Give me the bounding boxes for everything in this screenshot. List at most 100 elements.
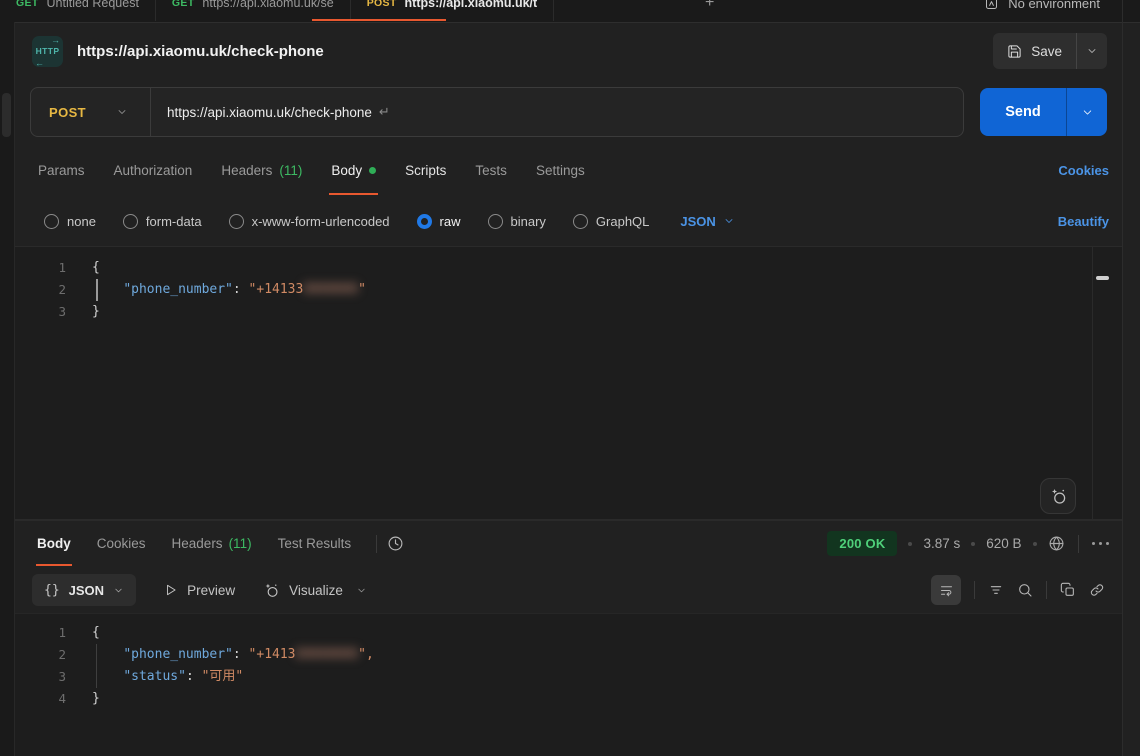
- code-line[interactable]: 4}: [14, 688, 1123, 710]
- collapsed-sidebar-rail[interactable]: [0, 22, 15, 756]
- body-type-xwwwformurlencoded[interactable]: x-www-form-urlencoded: [229, 214, 390, 229]
- workspace-tab[interactable]: POSThttps://api.xiaomu.uk/t: [351, 0, 554, 21]
- link-icon[interactable]: [1089, 582, 1105, 598]
- redacted-text: 00000000: [296, 647, 359, 662]
- postbot-button[interactable]: [1040, 478, 1076, 514]
- editor-scrollbar-track: [1092, 247, 1093, 520]
- play-icon: [164, 583, 178, 597]
- beautify-link[interactable]: Beautify: [1058, 214, 1123, 229]
- arrow-left-icon: ←: [35, 58, 44, 68]
- visualize-chevron-icon[interactable]: [356, 585, 367, 596]
- more-options-button[interactable]: [1092, 542, 1110, 546]
- tab-scripts[interactable]: Scripts: [393, 144, 458, 196]
- body-type-label: none: [67, 214, 96, 229]
- code-token: :: [233, 282, 249, 297]
- preview-label: Preview: [187, 583, 235, 598]
- code-token: "+14133: [249, 282, 304, 297]
- body-type-GraphQL[interactable]: GraphQL: [573, 214, 649, 229]
- tab-authorization[interactable]: Authorization: [102, 144, 205, 196]
- workspace-tab[interactable]: GETUntitled Request: [0, 0, 156, 21]
- tab-params[interactable]: Params: [26, 144, 97, 196]
- radio-selected-icon[interactable]: [417, 214, 432, 229]
- status-badge[interactable]: 200 OK: [827, 531, 897, 556]
- line-number: 3: [14, 301, 80, 323]
- request-title: https://api.xiaomu.uk/check-phone: [77, 43, 324, 60]
- request-tab-bar: Params Authorization Headers(11)BodyScript…: [14, 144, 1123, 196]
- environment-label: No environment: [1008, 0, 1100, 11]
- response-tab-body[interactable]: Body: [26, 520, 82, 568]
- url-input[interactable]: https://api.xiaomu.uk/check-phone: [151, 105, 372, 120]
- save-icon: [1007, 44, 1022, 59]
- url-input-container: POST https://api.xiaomu.uk/check-phone ↵: [30, 87, 964, 137]
- method-chevron-icon[interactable]: [116, 106, 128, 118]
- send-button[interactable]: Send: [980, 88, 1066, 136]
- preview-button[interactable]: Preview: [164, 583, 235, 598]
- workspace-tab[interactable]: GEThttps://api.xiaomu.uk/se: [156, 0, 351, 21]
- search-icon[interactable]: [1017, 582, 1033, 598]
- tab-label: Settings: [536, 163, 585, 178]
- tab-tests[interactable]: Tests: [463, 144, 519, 196]
- response-tab-testresults[interactable]: Test Results: [267, 520, 363, 568]
- body-type-none[interactable]: none: [44, 214, 96, 229]
- tab-label: Authorization: [114, 163, 193, 178]
- response-view-tools: [931, 575, 1105, 605]
- line-number: 3: [14, 666, 80, 688]
- code-line[interactable]: 3 "status": "可用": [14, 666, 1123, 688]
- radio-icon[interactable]: [229, 214, 244, 229]
- request-body-editor[interactable]: 1{2 "phone_number": "+141330000000"3}: [14, 246, 1123, 521]
- radio-icon[interactable]: [573, 214, 588, 229]
- radio-icon[interactable]: [123, 214, 138, 229]
- environment-selector[interactable]: No environment: [984, 0, 1100, 21]
- request-code[interactable]: 1{2 "phone_number": "+141330000000"3}: [14, 247, 1123, 323]
- code-token: "status": [123, 669, 186, 684]
- tab-settings[interactable]: Settings: [524, 144, 597, 196]
- new-tab-button[interactable]: +: [695, 0, 724, 21]
- code-line[interactable]: 2 "phone_number": "+141330000000": [14, 279, 1123, 301]
- code-line[interactable]: 2 "phone_number": "+141300000000",: [14, 644, 1123, 666]
- radio-icon[interactable]: [44, 214, 59, 229]
- response-code[interactable]: 1{2 "phone_number": "+141300000000",3 "s…: [14, 614, 1123, 710]
- tab-headers[interactable]: Headers(11): [209, 144, 314, 196]
- sidebar-resize-handle[interactable]: [2, 93, 11, 137]
- response-body-editor[interactable]: 1{2 "phone_number": "+141300000000",3 "s…: [14, 613, 1123, 756]
- response-tab-cookies[interactable]: Cookies: [86, 520, 157, 568]
- code-token: "+1413: [249, 647, 296, 662]
- filter-icon[interactable]: [988, 582, 1004, 598]
- visualize-label: Visualize: [289, 583, 343, 598]
- cookies-link[interactable]: Cookies: [1058, 163, 1123, 178]
- response-tab-headers[interactable]: Headers(11): [161, 520, 263, 568]
- line-number: 1: [14, 257, 80, 279]
- response-format-dropdown[interactable]: {} JSON: [32, 574, 136, 606]
- right-scroll-rail[interactable]: [1122, 22, 1140, 756]
- code-line[interactable]: 1{: [14, 622, 1123, 644]
- response-time[interactable]: 3.87 s: [923, 536, 960, 551]
- code-line[interactable]: 3}: [14, 301, 1123, 323]
- body-type-formdata[interactable]: form-data: [123, 214, 202, 229]
- response-size[interactable]: 620 B: [986, 536, 1021, 551]
- body-type-binary[interactable]: binary: [488, 214, 546, 229]
- http-request-icon: → HTTP ←: [32, 36, 63, 67]
- network-globe-icon[interactable]: [1048, 535, 1065, 552]
- method-selector[interactable]: POST: [31, 105, 86, 120]
- code-line[interactable]: 1{: [14, 257, 1123, 279]
- save-options-button[interactable]: [1077, 45, 1107, 57]
- send-button-group: Send: [980, 88, 1107, 136]
- radio-icon[interactable]: [488, 214, 503, 229]
- body-type-raw[interactable]: raw: [417, 214, 461, 229]
- tab-method-label: GET: [16, 0, 39, 9]
- save-button[interactable]: Save: [993, 44, 1076, 59]
- response-stats: 200 OK 3.87 s 620 B: [827, 531, 1109, 556]
- tab-label: Test Results: [278, 536, 352, 551]
- visualize-button[interactable]: Visualize: [263, 582, 367, 599]
- copy-icon[interactable]: [1060, 582, 1076, 598]
- response-history-icon[interactable]: [387, 535, 404, 552]
- code-content: }: [80, 301, 100, 323]
- wrap-text-button[interactable]: [931, 575, 961, 605]
- redacted-text: 0000000: [303, 282, 358, 297]
- tab-body[interactable]: Body: [319, 144, 388, 196]
- send-options-button[interactable]: [1067, 88, 1107, 136]
- tab-method-label: GET: [172, 0, 195, 9]
- indent-guide: [96, 279, 98, 301]
- editor-scrollbar-thumb[interactable]: [1096, 276, 1109, 280]
- language-dropdown[interactable]: JSON: [680, 214, 734, 229]
